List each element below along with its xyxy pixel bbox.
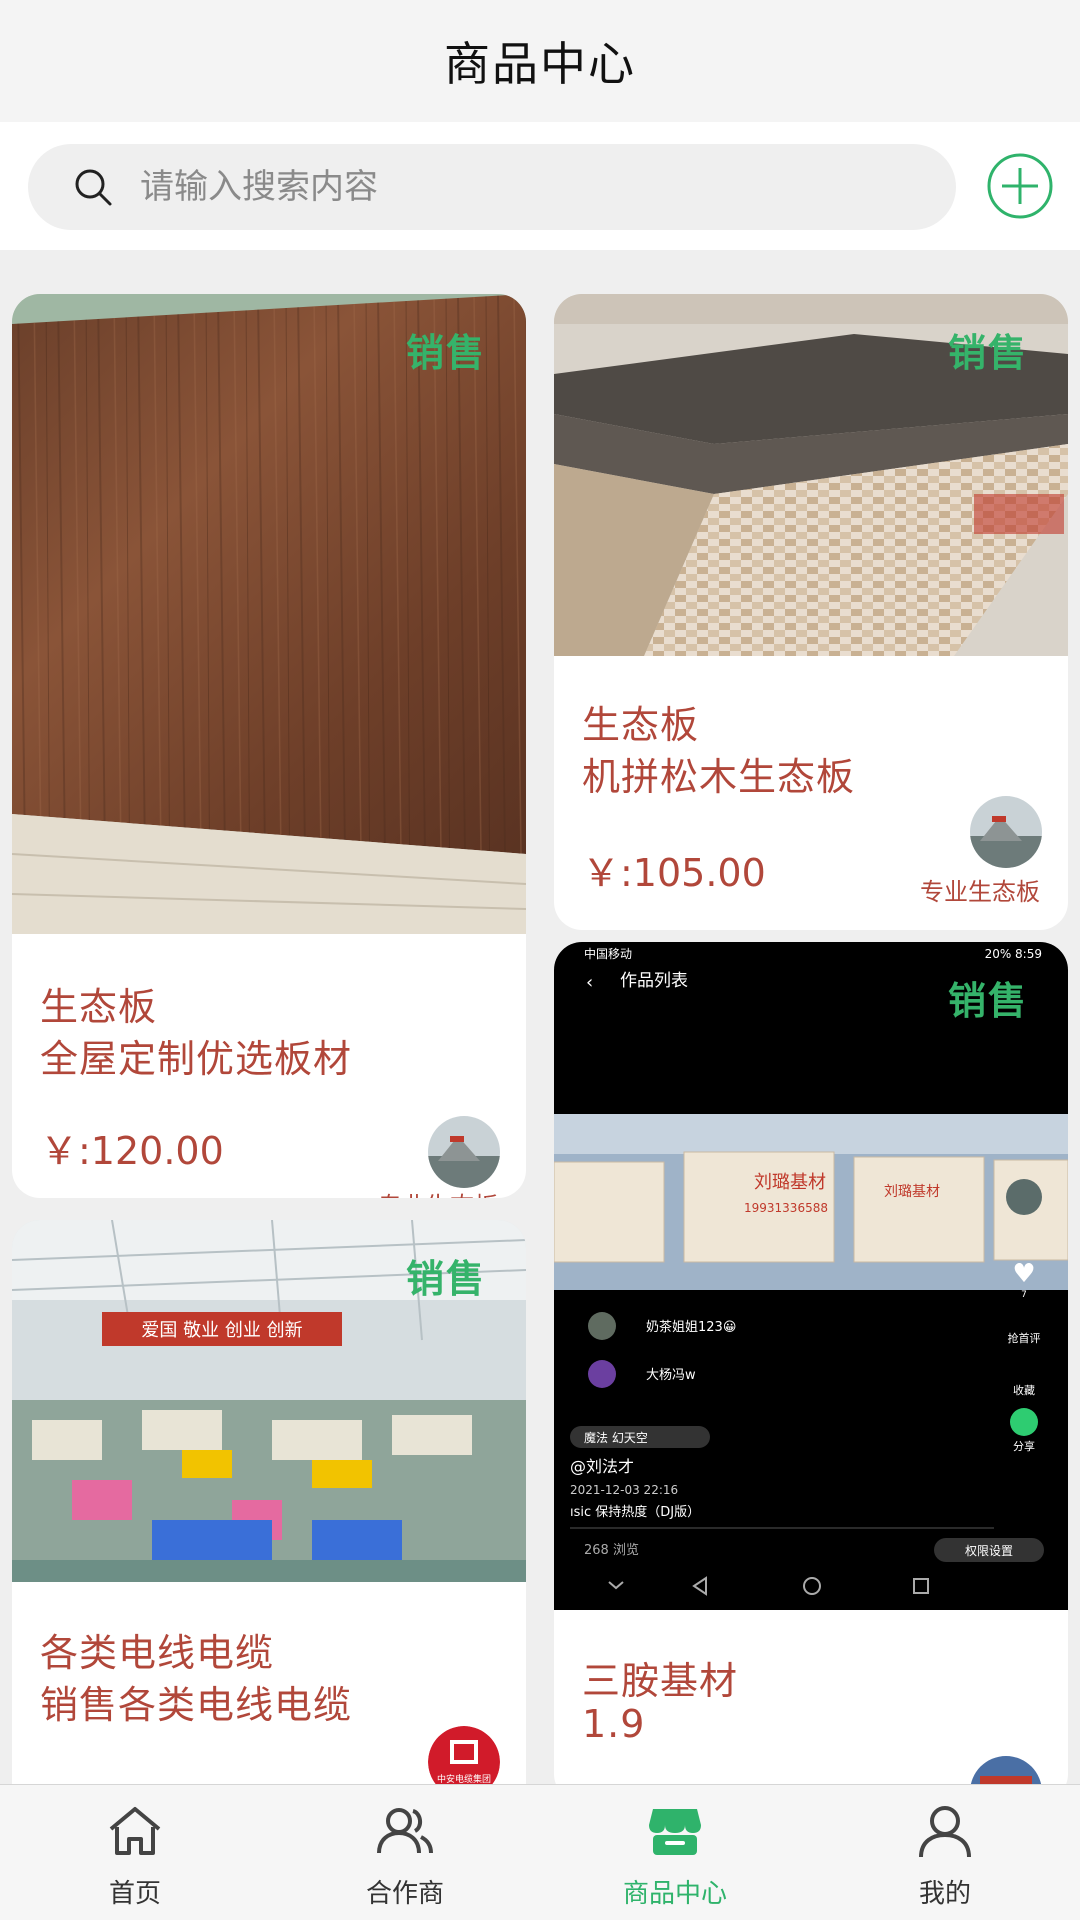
search-placeholder: 请输入搜索内容 [140, 167, 378, 207]
sale-badge: 销售 [405, 331, 486, 375]
view-count: 268 浏览 [584, 1542, 639, 1558]
board-text-1: 刘璐基材 [754, 1172, 826, 1193]
product-category: 生态板 [582, 703, 700, 747]
product-description: 机拼松木生态板 [582, 755, 856, 799]
product-card[interactable]: 中国移动 20% 8:59 ‹ 作品列表 刘璐基材 刘璐基材 199313365… [554, 942, 1068, 1784]
nav-product-center[interactable]: 商品中心 [540, 1785, 810, 1920]
product-photo [12, 294, 526, 934]
seller-name: 专业生态板 [378, 1186, 498, 1198]
song-title: ısic 保持热度（DJ版） [570, 1504, 700, 1520]
product-description: 1.9 [582, 1702, 646, 1746]
bottom-navigation: 首页 合作商 商品中心 我的 [0, 1784, 1080, 1920]
screenshot-title: 作品列表 [620, 971, 688, 991]
product-description: 全屋定制优选板材 [40, 1037, 353, 1081]
seller-avatar-text: 中安电缆集团 [437, 1773, 491, 1784]
nav-home[interactable]: 首页 [0, 1785, 270, 1920]
comment-name: 大杨冯w [646, 1368, 696, 1383]
seller-avatar[interactable] [428, 1116, 500, 1188]
seller-name: 专业生态板 [920, 878, 1040, 906]
side-action: 收藏 [1013, 1383, 1035, 1397]
status-left: 中国移动 [584, 946, 632, 961]
add-button[interactable] [986, 152, 1054, 220]
post-date: 2021-12-03 22:16 [570, 1483, 678, 1497]
product-photo: 中国移动 20% 8:59 ‹ 作品列表 刘璐基材 刘璐基材 199313365… [554, 942, 1068, 1610]
partners-icon [377, 1808, 433, 1854]
seller-avatar[interactable]: 中安电缆集团 [428, 1726, 500, 1784]
side-action: 分享 [1013, 1439, 1035, 1453]
product-category: 各类电线电缆 [40, 1631, 275, 1675]
side-action: 抢首评 [1008, 1331, 1041, 1345]
store-icon [649, 1809, 701, 1855]
svg-text:‹: ‹ [586, 972, 593, 993]
seller-avatar[interactable] [970, 1756, 1042, 1784]
sale-badge: 销售 [947, 979, 1028, 1023]
seller-avatar[interactable] [970, 796, 1042, 868]
factory-banner-text: 爱国 敬业 创业 创新 [141, 1320, 302, 1341]
nav-partners[interactable]: 合作商 [270, 1785, 540, 1920]
product-card[interactable]: 销售 生态板 机拼松木生态板 ￥:105.00 专业生态板 [554, 294, 1068, 930]
music-tag: 魔法 幻天空 [584, 1430, 648, 1445]
profile-icon [919, 1806, 971, 1858]
product-card[interactable]: 爱国 敬业 创业 创新 销售 各类电线电缆 销售各类电线电缆 中安电缆集团 [12, 1220, 526, 1784]
product-card[interactable]: 销售 生态板 全屋定制优选板材 ￥:120.00 专业生态板 [12, 294, 526, 1198]
board-text-2: 刘璐基材 [884, 1183, 940, 1200]
search-bar: 请输入搜索内容 [0, 122, 1080, 250]
sale-badge: 销售 [947, 331, 1028, 375]
status-right: 20% 8:59 [985, 947, 1042, 961]
nav-profile[interactable]: 我的 [810, 1785, 1080, 1920]
page-title: 商品中心 [444, 37, 636, 91]
author-handle: @刘法才 [570, 1457, 634, 1476]
sale-badge: 销售 [405, 1257, 486, 1301]
comment-name: 奶茶姐姐123😀 [646, 1319, 736, 1335]
product-description: 销售各类电线电缆 [40, 1683, 353, 1727]
product-category: 生态板 [40, 985, 158, 1029]
home-icon [109, 1807, 161, 1855]
search-icon [75, 169, 112, 206]
product-price: ￥:105.00 [582, 851, 766, 895]
permission-setting: 权限设置 [965, 1544, 1013, 1558]
like-count: 7 [1021, 1290, 1027, 1300]
product-grid: 销售 生态板 全屋定制优选板材 ￥:120.00 专业生态板 [0, 250, 1080, 1784]
nav-label: 商品中心 [622, 1879, 727, 1909]
svg-text:♥: ♥ [1012, 1259, 1035, 1289]
board-phone: 19931336588 [744, 1201, 828, 1215]
product-category: 三胺基材 [582, 1659, 739, 1703]
nav-label: 我的 [918, 1879, 971, 1909]
nav-label: 首页 [108, 1879, 161, 1909]
product-price: ￥:120.00 [40, 1129, 224, 1173]
nav-label: 合作商 [365, 1879, 444, 1909]
search-input[interactable]: 请输入搜索内容 [28, 144, 956, 230]
app-header: 商品中心 [0, 0, 1080, 122]
